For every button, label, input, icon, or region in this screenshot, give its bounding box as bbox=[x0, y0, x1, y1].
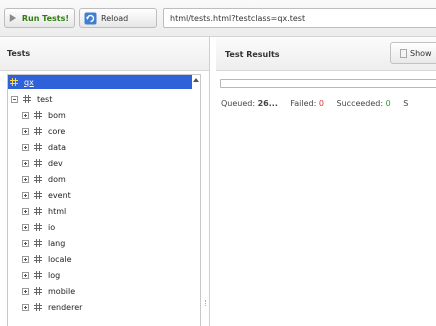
expand-icon[interactable] bbox=[22, 239, 29, 247]
package-icon bbox=[34, 303, 42, 311]
tree-node-bom[interactable]: bom bbox=[22, 107, 66, 123]
package-icon bbox=[34, 271, 42, 279]
package-icon bbox=[10, 78, 18, 86]
tree-node-label: core bbox=[48, 126, 66, 136]
tree-node-label: qx bbox=[24, 77, 34, 87]
run-tests-button[interactable]: Run Tests! bbox=[4, 8, 75, 28]
tree-node-label: log bbox=[48, 270, 61, 280]
package-icon bbox=[34, 223, 42, 231]
expand-icon[interactable] bbox=[22, 127, 29, 135]
package-icon bbox=[34, 287, 42, 295]
tree-node-label: bom bbox=[48, 110, 66, 120]
failed-count: 0 bbox=[318, 99, 324, 108]
tree-node-label: locale bbox=[48, 254, 72, 264]
expand-icon[interactable] bbox=[22, 287, 29, 295]
tree-node-lang[interactable]: lang bbox=[22, 235, 65, 251]
tree-node-core[interactable]: core bbox=[22, 123, 65, 139]
reload-icon bbox=[84, 12, 97, 24]
results-pane: Test Results Show Queued: 26... Failed: … bbox=[216, 37, 436, 326]
tests-pane: Tests qx test bom core data dev dom even… bbox=[0, 37, 210, 326]
reload-button[interactable]: Reload bbox=[79, 8, 157, 28]
expand-icon[interactable] bbox=[22, 207, 29, 215]
status-bar: Queued: 26... Failed: 0 Succeeded: 0 S bbox=[221, 99, 408, 108]
package-icon bbox=[23, 95, 31, 103]
pane-splitter[interactable] bbox=[205, 300, 207, 306]
show-button-label: Show bbox=[410, 48, 432, 58]
tree-node-data[interactable]: data bbox=[22, 139, 66, 155]
expand-icon[interactable] bbox=[22, 223, 29, 231]
test-url-input[interactable] bbox=[163, 8, 436, 28]
results-pane-title: Test Results bbox=[225, 50, 280, 59]
expand-icon[interactable] bbox=[22, 143, 29, 151]
tree-node-label: data bbox=[48, 142, 67, 152]
failed-label: Failed: bbox=[290, 99, 317, 108]
collapse-icon[interactable] bbox=[11, 95, 18, 103]
tree-node-label: test bbox=[37, 94, 53, 104]
queued-count: 26... bbox=[257, 99, 278, 108]
package-icon bbox=[34, 175, 42, 183]
expand-icon[interactable] bbox=[22, 159, 29, 167]
run-tests-label: Run Tests! bbox=[21, 13, 69, 23]
scroll-up-arrow-icon[interactable] bbox=[192, 75, 200, 85]
package-icon bbox=[34, 127, 42, 135]
tree-node-qx[interactable]: qx bbox=[8, 75, 192, 89]
tree-node-label: lang bbox=[48, 238, 66, 248]
progress-bar bbox=[220, 79, 436, 88]
expand-icon[interactable] bbox=[22, 303, 29, 311]
tree-node-dev[interactable]: dev bbox=[22, 155, 63, 171]
expand-icon[interactable] bbox=[22, 175, 29, 183]
package-icon bbox=[34, 239, 42, 247]
succeeded-count: 0 bbox=[385, 99, 391, 108]
tree-node-renderer[interactable]: renderer bbox=[22, 299, 82, 315]
expand-icon[interactable] bbox=[22, 191, 29, 199]
package-icon bbox=[34, 111, 42, 119]
skipped-label: S bbox=[403, 99, 409, 108]
results-pane-header: Test Results Show bbox=[216, 37, 436, 71]
show-button[interactable]: Show bbox=[390, 42, 436, 64]
tests-pane-title: Tests bbox=[0, 37, 209, 71]
tree-node-label: mobile bbox=[48, 286, 76, 296]
tree-node-label: dom bbox=[48, 174, 66, 184]
package-icon bbox=[34, 191, 42, 199]
queued-label: Queued: bbox=[221, 99, 256, 108]
document-icon bbox=[400, 48, 407, 58]
tree-node-label: event bbox=[48, 190, 71, 200]
package-icon bbox=[34, 255, 42, 263]
expand-icon[interactable] bbox=[22, 111, 29, 119]
package-icon bbox=[34, 207, 42, 215]
test-tree: qx test bom core data dev dom event html… bbox=[7, 74, 201, 326]
tree-node-mobile[interactable]: mobile bbox=[22, 283, 75, 299]
reload-label: Reload bbox=[101, 13, 129, 23]
tree-node-label: renderer bbox=[48, 302, 83, 312]
expand-icon[interactable] bbox=[22, 255, 29, 263]
succeeded-label: Succeeded: bbox=[336, 99, 384, 108]
play-icon bbox=[9, 14, 17, 22]
tree-node-locale[interactable]: locale bbox=[22, 251, 72, 267]
tree-node-label: io bbox=[48, 222, 56, 232]
tree-node-event[interactable]: event bbox=[22, 187, 71, 203]
expand-icon[interactable] bbox=[22, 271, 29, 279]
package-icon bbox=[34, 143, 42, 151]
tree-node-html[interactable]: html bbox=[22, 203, 66, 219]
tree-node-test[interactable]: test bbox=[11, 91, 52, 107]
tree-node-io[interactable]: io bbox=[22, 219, 55, 235]
toolbar: Run Tests! Reload bbox=[0, 0, 436, 37]
tree-node-label: dev bbox=[48, 158, 63, 168]
tree-node-label: html bbox=[48, 206, 67, 216]
tree-node-dom[interactable]: dom bbox=[22, 171, 66, 187]
tree-node-log[interactable]: log bbox=[22, 267, 60, 283]
package-icon bbox=[34, 159, 42, 167]
